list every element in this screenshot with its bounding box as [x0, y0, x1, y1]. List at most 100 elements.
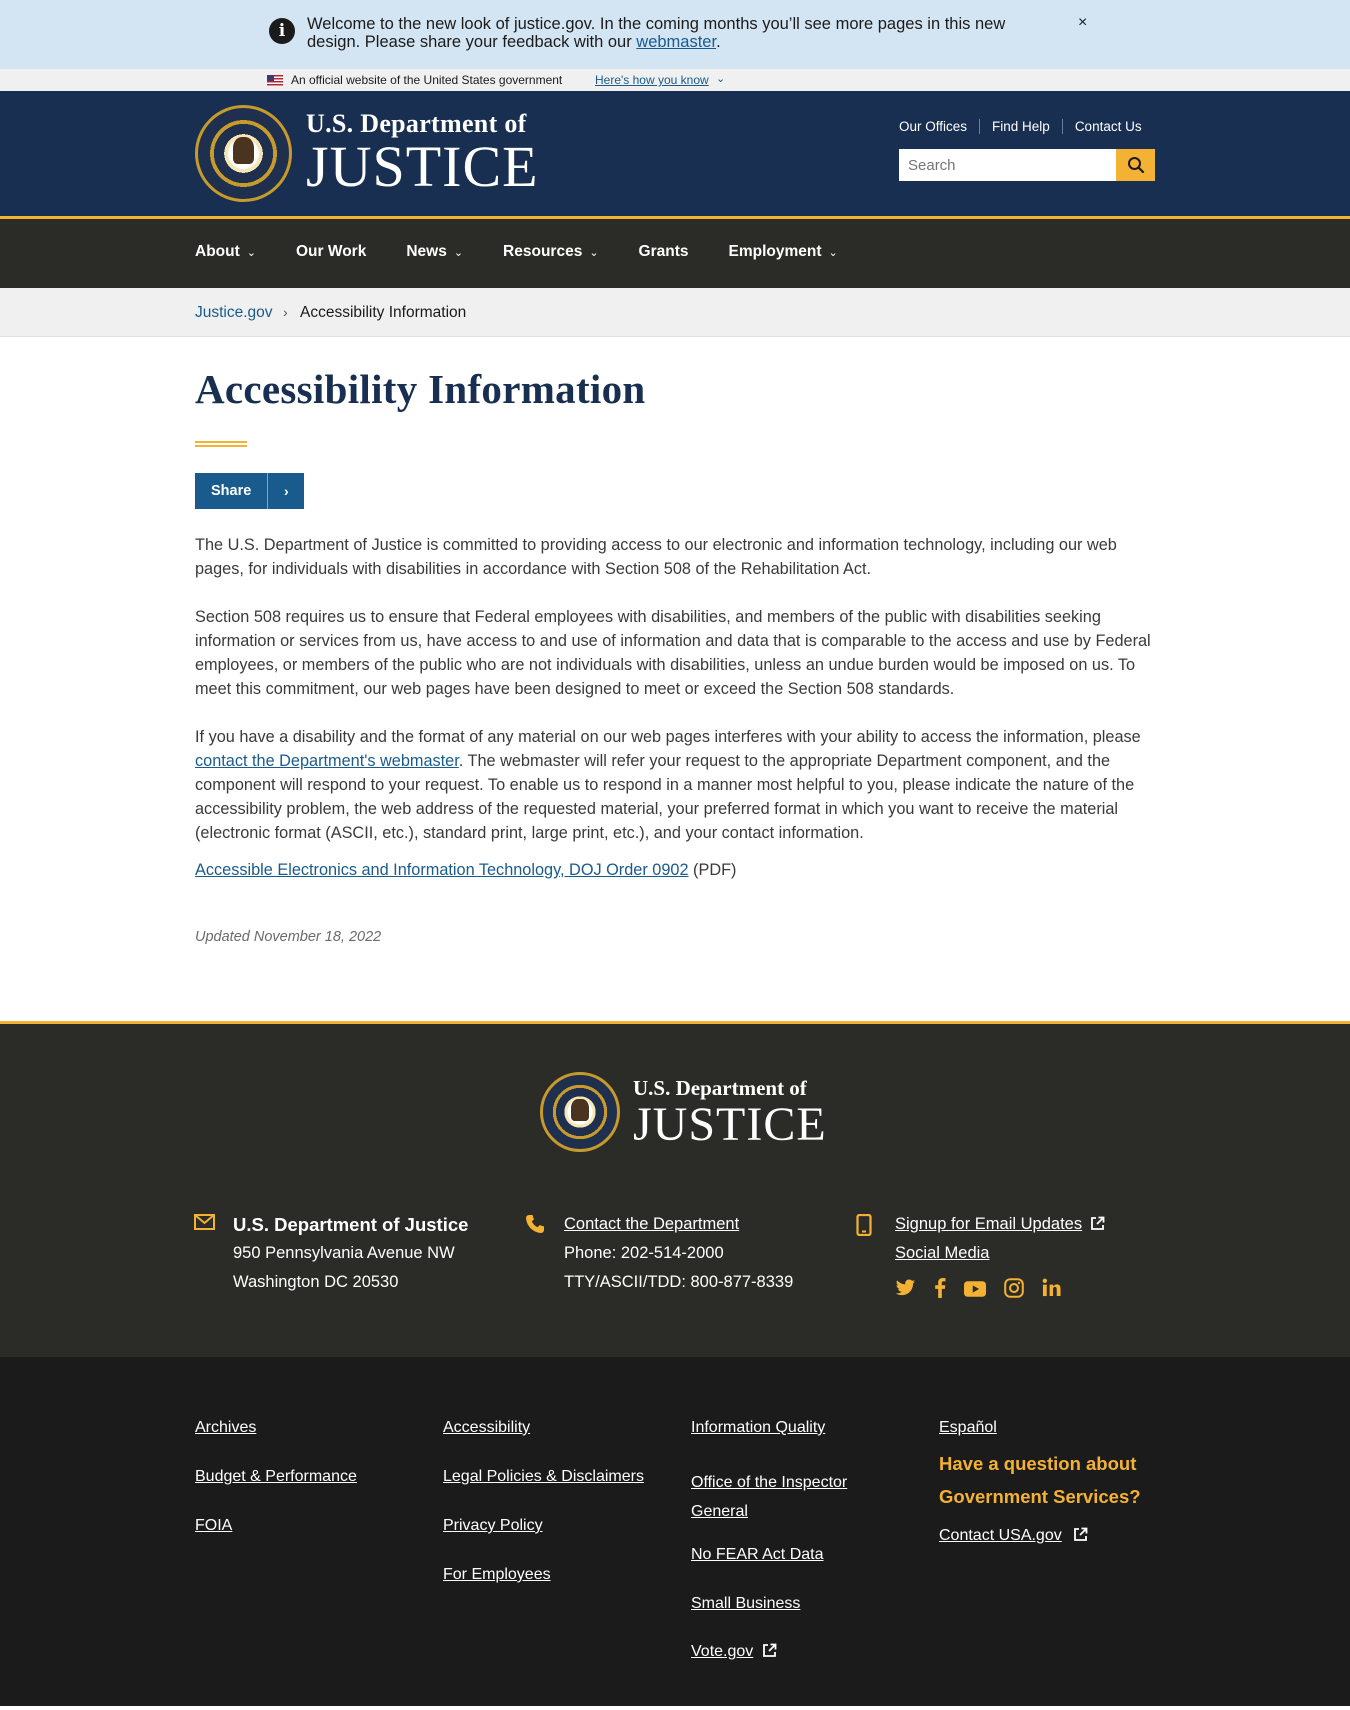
twitter-icon[interactable] — [895, 1278, 916, 1308]
nav-employment-label: Employment — [728, 243, 822, 260]
nav-our-work-label: Our Work — [295, 243, 367, 260]
alert-webmaster-link[interactable]: webmaster — [636, 33, 716, 51]
contact-department-link[interactable]: Contact the Department — [564, 1215, 739, 1233]
breadcrumb: Justice.gov › Accessibility Information — [0, 288, 1350, 337]
share-button[interactable]: Share › — [195, 473, 305, 509]
linkedin-icon[interactable] — [1042, 1278, 1061, 1308]
p3-text-before: If you have a disability and the format … — [195, 728, 1141, 746]
footer-link-information-quality[interactable]: Information Quality — [691, 1419, 825, 1437]
mobile-phone-icon — [856, 1214, 872, 1236]
footer-link-accessibility[interactable]: Accessibility — [443, 1419, 530, 1437]
footer-link-no-fear-act[interactable]: No FEAR Act Data — [691, 1546, 824, 1564]
official-site-text: An official website of the United States… — [291, 73, 563, 87]
chevron-right-icon: › — [283, 304, 288, 320]
footer-link-espanol[interactable]: Español — [939, 1419, 997, 1437]
nav-news-label: News — [406, 243, 447, 260]
chevron-down-icon: ⌄ — [453, 246, 464, 259]
utility-find-help[interactable]: Find Help — [979, 119, 1062, 134]
info-icon: i — [269, 18, 295, 44]
page-title: Accessibility Information — [195, 366, 646, 412]
document-link-row: Accessible Electronics and Information T… — [195, 858, 1155, 882]
pdf-label: (PDF) — [688, 861, 737, 879]
utility-contact-us[interactable]: Contact Us — [1061, 119, 1142, 134]
footer-address-line2: Washington DC 20530 — [233, 1273, 399, 1291]
search-button[interactable] — [1116, 149, 1155, 181]
alert-end: . — [716, 33, 721, 51]
alert-message: Welcome to the new look of justice.gov. … — [307, 15, 1037, 51]
main-nav: About ⌄ Our Work News ⌄ Resources ⌄ Grants … — [0, 216, 1350, 288]
paragraph-section-508: Section 508 requires us to ensure that F… — [195, 608, 1151, 698]
footer-org-name: U.S. Department of Justice — [233, 1214, 469, 1235]
search-input[interactable] — [899, 149, 1116, 181]
breadcrumb-current: Accessibility Information — [300, 304, 467, 321]
footer-updates: Signup for Email Updates Social Media — [856, 1210, 1105, 1308]
footer-primary: U.S. Department of JUSTICE U.S. Departme… — [0, 1021, 1350, 1357]
chevron-down-icon[interactable]: ⌄ — [716, 72, 725, 85]
site-logo-text[interactable]: U.S. Department of JUSTICE — [306, 109, 539, 199]
footer-link-archives[interactable]: Archives — [195, 1419, 256, 1437]
youtube-icon[interactable] — [964, 1278, 986, 1308]
site-header: U.S. Department of JUSTICE Our Offices F… — [0, 91, 1350, 216]
footer-tty: TTY/ASCII/TDD: 800-877-8339 — [564, 1273, 794, 1291]
doj-seal-logo[interactable] — [195, 105, 292, 202]
nav-grants-label: Grants — [638, 243, 689, 260]
email-updates-link[interactable]: Signup for Email Updates — [895, 1215, 1082, 1233]
chevron-down-icon: ⌄ — [828, 246, 838, 259]
how-you-know-link[interactable]: Here's how you know — [595, 73, 709, 87]
contact-usa-gov-link[interactable]: Contact USA.gov — [939, 1527, 1062, 1545]
nav-resources-label: Resources — [503, 243, 583, 260]
nav-news[interactable]: News ⌄ — [406, 243, 463, 261]
us-flag-icon — [267, 75, 283, 86]
search-form — [899, 149, 1155, 181]
footer-link-small-business[interactable]: Small Business — [691, 1595, 800, 1613]
footer-contact: Contact the Department Phone: 202-514-20… — [526, 1210, 794, 1297]
main-content: Accessibility Information Share › The U.… — [0, 337, 1350, 1021]
updated-date: Updated November 18, 2022 — [195, 929, 382, 945]
utility-nav: Our Offices Find Help Contact Us — [899, 119, 1142, 134]
footer-link-budget-performance[interactable]: Budget & Performance — [195, 1468, 357, 1486]
footer-link-for-employees[interactable]: For Employees — [443, 1566, 551, 1584]
utility-our-offices[interactable]: Our Offices — [899, 119, 979, 134]
contact-webmaster-link[interactable]: contact the Department's webmaster — [195, 752, 459, 770]
footer-link-foia[interactable]: FOIA — [195, 1517, 232, 1535]
external-link-icon — [763, 1643, 777, 1657]
nav-grants[interactable]: Grants — [639, 243, 689, 261]
mail-icon — [194, 1214, 215, 1230]
nav-our-work[interactable]: Our Work — [296, 243, 366, 261]
nav-about[interactable]: About ⌄ — [195, 243, 256, 261]
chevron-down-icon: ⌄ — [246, 246, 256, 259]
logo-justice: JUSTICE — [306, 134, 539, 199]
title-underline-decoration — [195, 441, 247, 447]
social-media-link[interactable]: Social Media — [895, 1244, 989, 1262]
chevron-down-icon: ⌄ — [589, 246, 599, 259]
government-services-question: Have a question about Government Service… — [939, 1453, 1141, 1507]
footer-logo-justice: JUSTICE — [633, 1098, 827, 1151]
external-link-icon — [1074, 1527, 1088, 1541]
footer-secondary: Archives Budget & Performance FOIA Acces… — [0, 1357, 1350, 1706]
alert-close-button[interactable]: × — [1078, 14, 1087, 32]
search-icon — [1127, 157, 1144, 174]
footer-logo-text[interactable]: U.S. Department of JUSTICE — [633, 1076, 827, 1149]
footer-link-vote-gov[interactable]: Vote.gov — [691, 1643, 753, 1661]
chevron-right-icon: › — [283, 483, 289, 499]
social-icons — [895, 1278, 1105, 1308]
footer-link-legal-policies[interactable]: Legal Policies & Disclaimers — [443, 1468, 644, 1486]
footer-link-inspector-general[interactable]: Office of the Inspector General — [691, 1468, 881, 1526]
breadcrumb-home-link[interactable]: Justice.gov — [195, 304, 273, 322]
instagram-icon[interactable] — [1004, 1278, 1024, 1308]
doj-seal-logo[interactable] — [540, 1072, 620, 1152]
facebook-icon[interactable] — [934, 1278, 946, 1308]
footer-link-privacy-policy[interactable]: Privacy Policy — [443, 1517, 543, 1535]
footer-address: U.S. Department of Justice 950 Pennsylva… — [194, 1210, 469, 1297]
nav-employment[interactable]: Employment ⌄ — [729, 243, 838, 261]
paragraph-commitment: The U.S. Department of Justice is commit… — [195, 536, 1117, 578]
site-alert-banner: i Welcome to the new look of justice.gov… — [0, 0, 1350, 69]
footer-phone: Phone: 202-514-2000 — [564, 1244, 724, 1262]
nav-about-label: About — [195, 243, 240, 260]
doj-order-0902-link[interactable]: Accessible Electronics and Information T… — [195, 861, 689, 879]
footer-address-line1: 950 Pennsylvania Avenue NW — [233, 1244, 455, 1262]
paragraph-request-format: If you have a disability and the format … — [195, 725, 1155, 845]
gov-banner: An official website of the United States… — [0, 69, 1350, 91]
nav-resources[interactable]: Resources ⌄ — [503, 243, 598, 261]
article-body: The U.S. Department of Justice is commit… — [195, 533, 1155, 882]
